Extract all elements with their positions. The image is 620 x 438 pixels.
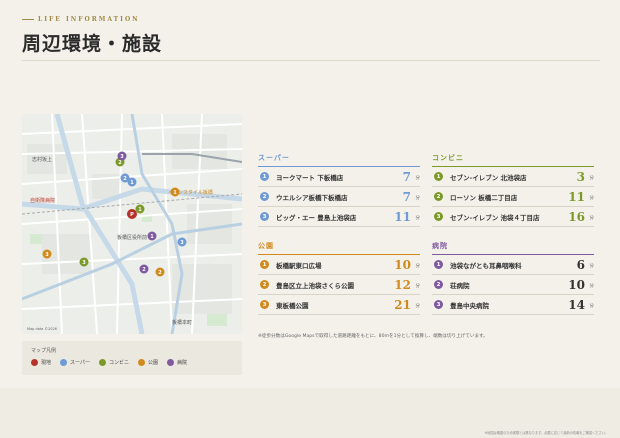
map-marker-hospital-3[interactable]: 3 — [117, 151, 127, 161]
map-credit: Map data ©2026 — [27, 327, 57, 331]
svg-text:1: 1 — [138, 207, 142, 213]
walking-time-note: ※徒歩分数はGoogle Mapsで取得した道路距離をもとに、80mを1分として… — [258, 334, 488, 339]
pin-current-icon — [31, 359, 38, 366]
map-marker-hospital-1[interactable]: 1 — [147, 231, 157, 241]
legend-title: マップ凡例 — [31, 348, 57, 354]
list-item[interactable]: 2 ローソン 板橋二丁目店 11 分 — [432, 187, 594, 207]
map-marker-park-3[interactable]: 3 — [42, 249, 52, 259]
list-item[interactable]: 2 豊島区立上池袋さくら公園 12 分 — [258, 275, 420, 295]
list-item[interactable]: 1 板橋駅東口広場 10 分 — [258, 255, 420, 275]
map-label-shimura: 志村坂上 — [32, 156, 52, 163]
list-item[interactable]: 3 ビッグ・エー 豊島上池袋店 11 分 — [258, 207, 420, 227]
map-legend: マップ凡例 現地 スーパー コンビニ 公園 病院 — [22, 341, 242, 375]
svg-text:3: 3 — [45, 252, 49, 258]
list-item[interactable]: 2 ウエルシア板橋下板橋店 7 分 — [258, 187, 420, 207]
page-title: 周辺環境・施設 — [22, 33, 163, 55]
convenience-store-icon — [98, 359, 106, 366]
svg-text:1: 1 — [130, 180, 134, 186]
supermarket-section: スーパー 1 ヨークマート 下板橋店 7 分 2 ウエルシア板橋下板橋店 7 分 3 ビッグ・… — [258, 153, 420, 227]
park-heading: 公園 — [258, 241, 420, 255]
list-item[interactable]: 1 ヨークマート 下板橋店 7 分 — [258, 167, 420, 187]
convenience-section: コンビニ 1 セブン-イレブン 北池袋店 3 分 2 ローソン 板橋二丁目店 11 分 3セ… — [432, 153, 594, 227]
list-item[interactable]: 1 池袋ながとも耳鼻咽喉科 6 分 — [432, 255, 594, 275]
legend-item-hospital: 病院 — [167, 359, 187, 366]
map-pin-current[interactable]: P — [127, 209, 137, 219]
map-label-honcho: 板橋本町 — [172, 319, 192, 326]
list-item[interactable]: 3 セブン-イレブン 池袋４丁目店 16 分 — [432, 207, 594, 227]
footer-note: ※地図は略図のため実際とは異なります。必要に応じて最新の情報をご確認ください。 — [484, 431, 608, 435]
svg-text:1: 1 — [150, 234, 154, 240]
park-section: 公園 1 板橋駅東口広場 10 分 2 豊島区立上池袋さくら公園 12 分 3 東板橋公園 21… — [258, 241, 420, 315]
title-divider — [22, 60, 600, 61]
svg-text:3: 3 — [82, 260, 86, 266]
hospital-heading: 病院 — [432, 241, 594, 255]
svg-text:1: 1 — [173, 190, 177, 196]
legend-item-park: 公園 — [137, 359, 158, 366]
map-marker-hospital-2[interactable]: 2 — [139, 264, 149, 274]
hospital-icon — [167, 359, 174, 366]
svg-text:3: 3 — [120, 154, 124, 160]
legend-item-current: 現地 — [31, 359, 51, 366]
legend-item-supermarket: スーパー — [60, 359, 90, 366]
map-marker-supermarket-3[interactable]: 3 — [177, 237, 187, 247]
map-label-kuyakusho: 板橋区役所前 — [117, 234, 147, 241]
svg-text:2: 2 — [142, 267, 146, 273]
list-item[interactable]: 2 荘病院 10 分 — [432, 275, 594, 295]
svg-text:P: P — [130, 212, 134, 218]
map-marker-convenience-3[interactable]: 3 — [79, 257, 89, 267]
svg-text:2: 2 — [123, 176, 127, 182]
map-label-hospital: 自衛隊病院 — [30, 197, 55, 204]
legend-item-convenience: コンビニ — [98, 359, 129, 366]
supermarket-heading: スーパー — [258, 153, 420, 167]
list-item[interactable]: 1 セブン-イレブン 北池袋店 3 分 — [432, 167, 594, 187]
convenience-heading: コンビニ — [432, 153, 594, 167]
park-icon — [137, 359, 145, 366]
map-marker-convenience-1[interactable]: 1 — [135, 204, 145, 214]
section-kicker: LIFE INFORMATION — [38, 16, 140, 23]
map-marker-park-2[interactable]: 2 — [155, 267, 165, 277]
list-item[interactable]: 3 東板橋公園 21 分 — [258, 295, 420, 315]
supermarket-icon — [60, 359, 68, 366]
hospital-section: 病院 1 池袋ながとも耳鼻咽喉科 6 分 2 荘病院 10 分 3 豊島中央病院 14 分 — [432, 241, 594, 315]
map-marker-supermarket-2[interactable]: 2 — [120, 173, 130, 183]
svg-text:3: 3 — [180, 240, 184, 246]
svg-text:2: 2 — [118, 160, 122, 166]
map-marker-park-1[interactable]: 1 — [170, 187, 180, 197]
list-item[interactable]: 3 豊島中央病院 14 分 — [432, 295, 594, 315]
svg-text:2: 2 — [158, 270, 162, 276]
area-map[interactable]: イオンスタイル板橋 自衛隊病院 志村坂上 板橋区役所前 板橋本町 Map dat… — [22, 114, 242, 334]
